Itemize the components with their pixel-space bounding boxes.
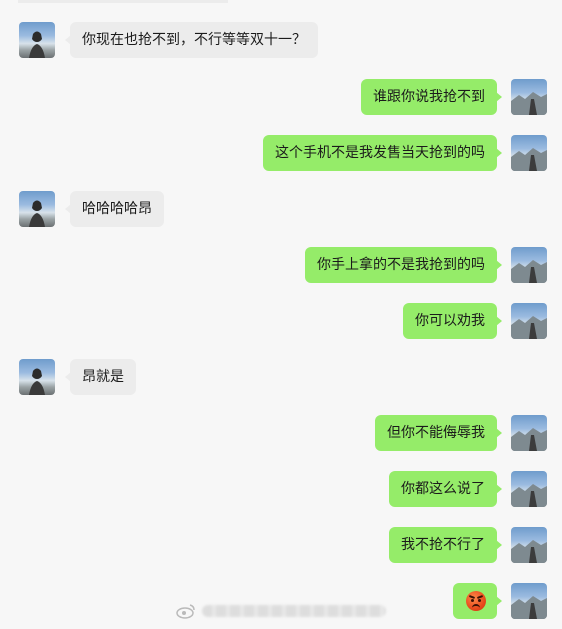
watermark <box>176 600 386 622</box>
message-bubble-right[interactable]: 你手上拿的不是我抢到的吗 <box>305 247 502 283</box>
contact-avatar[interactable] <box>19 22 55 58</box>
landscape-icon <box>511 596 547 619</box>
angry-face-icon <box>466 591 486 611</box>
blurred-username <box>202 605 386 617</box>
message-bubble-left[interactable]: 你现在也抢不到，不行等等双十一？ <box>65 22 318 58</box>
landscape-icon <box>511 316 547 339</box>
my-avatar[interactable] <box>511 471 547 507</box>
message-bubble-left[interactable]: 昂就是 <box>65 359 136 395</box>
message-bubble-right[interactable]: 你可以劝我 <box>403 303 502 339</box>
previous-message-edge <box>18 0 228 3</box>
my-avatar[interactable] <box>511 527 547 563</box>
message-bubble-right[interactable]: 我不抢不行了 <box>389 527 502 563</box>
person-silhouette-icon <box>29 368 45 395</box>
landscape-icon <box>511 428 547 451</box>
landscape-icon <box>511 484 547 507</box>
person-silhouette-icon <box>29 200 45 227</box>
weibo-logo-icon <box>176 604 195 619</box>
my-avatar[interactable] <box>511 247 547 283</box>
chat-area: 你现在也抢不到，不行等等双十一？ 谁跟你说我抢不到 这个手机不是我发售当天抢到的… <box>0 0 562 629</box>
message-bubble-left[interactable]: 哈哈哈哈昂 <box>65 191 164 227</box>
my-avatar[interactable] <box>511 79 547 115</box>
message-bubble-right[interactable]: 你都这么说了 <box>389 471 502 507</box>
message-bubble-right[interactable]: 这个手机不是我发售当天抢到的吗 <box>263 135 502 171</box>
landscape-icon <box>511 260 547 283</box>
message-bubble-right[interactable]: 但你不能侮辱我 <box>375 415 502 451</box>
person-silhouette-icon <box>29 31 45 58</box>
my-avatar[interactable] <box>511 415 547 451</box>
landscape-icon <box>511 148 547 171</box>
contact-avatar[interactable] <box>19 359 55 395</box>
landscape-icon <box>511 540 547 563</box>
my-avatar[interactable] <box>511 303 547 339</box>
my-avatar[interactable] <box>511 583 547 619</box>
message-bubble-right[interactable]: 谁跟你说我抢不到 <box>361 79 502 115</box>
my-avatar[interactable] <box>511 135 547 171</box>
message-bubble-right-emoji[interactable] <box>453 583 502 619</box>
contact-avatar[interactable] <box>19 191 55 227</box>
landscape-icon <box>511 92 547 115</box>
